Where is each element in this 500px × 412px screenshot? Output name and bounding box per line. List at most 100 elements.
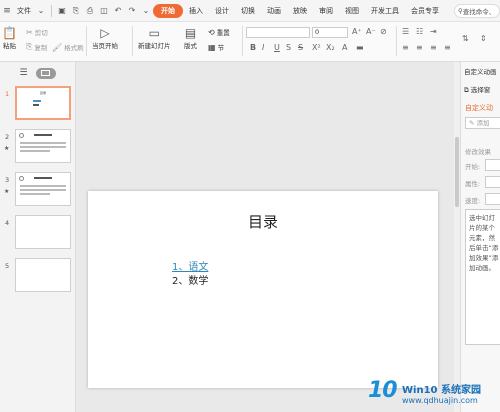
slide-preview[interactable]	[15, 215, 71, 249]
ribbon: 📋 粘贴 ✂ 剪切 ⎘ 复制 🖌 格式刷 ▷ 当页开始 ▭ 新建幻灯片 ▤ 版式 ⟲ 重…	[0, 22, 500, 62]
thumb-text-line	[20, 189, 66, 191]
tab-slideshow[interactable]: 放映	[287, 0, 313, 22]
slide-thumbnail-4[interactable]: 4	[0, 215, 76, 249]
pane-title: 自定义动画	[464, 68, 497, 76]
reset-label: 重置	[216, 29, 230, 37]
slide-thumbnail-3[interactable]: 3 ★	[0, 172, 76, 206]
tab-insert[interactable]: 插入	[183, 0, 209, 22]
from-current-button[interactable]: ▷ 当页开始	[92, 26, 118, 50]
toc-item-1[interactable]: 1、语文	[172, 258, 208, 273]
font-name-input[interactable]	[246, 27, 310, 38]
panel-tabs: ☰	[0, 62, 75, 84]
align-left-icon[interactable]: ≡	[402, 43, 409, 52]
slide-number: 5	[5, 262, 10, 270]
slide-preview[interactable]	[15, 172, 71, 206]
thumb-text-line	[34, 134, 52, 136]
tab-view[interactable]: 视图	[339, 0, 365, 22]
numbered-list-icon[interactable]: ☷	[416, 27, 423, 36]
outline-tab-icon[interactable]: ☰	[19, 68, 27, 78]
cut-button[interactable]: ✂ 剪切	[26, 27, 48, 38]
preview-icon[interactable]: ◫	[98, 5, 110, 17]
tab-animation[interactable]: 动画	[261, 0, 287, 22]
from-current-label: 当页开始	[92, 42, 118, 50]
editing-canvas[interactable]: 目录 1、语文 2、数学	[76, 62, 454, 412]
section-button[interactable]: ▦ 节	[208, 42, 225, 53]
new-slide-button[interactable]: ▭ 新建幻灯片	[138, 26, 171, 50]
layout-button[interactable]: ▤ 版式	[184, 26, 197, 50]
new-slide-label: 新建幻灯片	[138, 42, 171, 50]
property-select[interactable]	[485, 176, 500, 188]
format-painter-label: 格式刷	[64, 44, 84, 52]
copy-label: 复制	[34, 44, 48, 52]
print-icon[interactable]: ⎙	[84, 5, 96, 17]
speed-select[interactable]	[485, 193, 500, 205]
copy-button[interactable]: ⎘ 复制	[26, 42, 47, 52]
section-label: 节	[217, 44, 225, 52]
slide-preview[interactable]	[15, 258, 71, 292]
animation-star-icon: ★	[4, 145, 10, 152]
slide-title[interactable]: 目录	[88, 211, 438, 232]
shadow-icon[interactable]: S	[286, 43, 291, 52]
redo-icon[interactable]: ↷	[126, 5, 138, 17]
selection-pane-button[interactable]: ⧉ 选择窗	[464, 84, 490, 95]
dropdown-icon[interactable]: ⌄	[35, 5, 47, 17]
clear-format-icon[interactable]: ⊘	[380, 27, 387, 36]
start-select[interactable]	[485, 159, 500, 171]
animation-list[interactable]: 选中幻灯片的某个元素，然后单击“添加效果”添加动画。	[465, 209, 500, 345]
tab-developer[interactable]: 开发工具	[365, 0, 405, 22]
slide-thumbnail-1[interactable]: 1 目录	[0, 86, 76, 120]
line-spacing-icon[interactable]: ⇕	[480, 34, 487, 43]
more-icon[interactable]: ⌄	[140, 5, 152, 17]
paste-button[interactable]: 📋 粘贴	[2, 26, 17, 50]
subscript-icon[interactable]: X₂	[326, 43, 335, 52]
current-slide[interactable]: 目录 1、语文 2、数学	[88, 191, 438, 388]
toc-item-2[interactable]: 2、数学	[172, 272, 208, 287]
underline-icon[interactable]: U	[274, 43, 280, 52]
file-menu[interactable]: 文件	[14, 6, 34, 16]
increase-font-icon[interactable]: A⁺	[352, 27, 362, 36]
add-effect-button[interactable]: ✎ 添加	[465, 117, 500, 129]
site-watermark: 10 Win10 系统家园 www.qdhuajin.com	[368, 378, 500, 412]
strikethrough-icon[interactable]: S	[298, 43, 303, 52]
save-icon[interactable]: ▣	[56, 5, 68, 17]
layout-icon: ▤	[184, 26, 197, 40]
thumb-text-line	[20, 185, 66, 187]
format-painter-button[interactable]: 🖌 格式刷	[52, 42, 84, 53]
tab-member[interactable]: 会员专享	[405, 0, 445, 22]
brush-icon: 🖌	[52, 42, 63, 52]
slide-preview[interactable]	[15, 129, 71, 163]
font-color-icon[interactable]: A	[342, 43, 347, 52]
highlight-icon[interactable]: ▬	[356, 43, 364, 52]
slide-preview[interactable]: 目录	[15, 86, 71, 120]
slide-thumbnail-2[interactable]: 2 ★	[0, 129, 76, 163]
slides-tab-icon[interactable]	[35, 67, 56, 79]
copy-icon: ⎘	[26, 42, 33, 51]
tab-home[interactable]: 开始	[153, 3, 183, 18]
text-direction-icon[interactable]: ⇅	[462, 34, 469, 43]
justify-icon[interactable]: ≡	[444, 43, 451, 52]
superscript-icon[interactable]: X²	[312, 43, 321, 52]
scrollbar-thumb[interactable]	[455, 137, 459, 207]
animation-star-icon: ★	[4, 188, 10, 195]
export-icon[interactable]: ⎘	[70, 5, 82, 17]
thumb-text-line	[20, 150, 50, 152]
italic-icon[interactable]: I	[262, 43, 264, 52]
bold-icon[interactable]: B	[250, 43, 256, 52]
decrease-font-icon[interactable]: A⁻	[366, 27, 376, 36]
font-size-input[interactable]: 0	[312, 27, 348, 38]
reset-button[interactable]: ⟲ 重置	[208, 27, 230, 38]
tab-review[interactable]: 审阅	[313, 0, 339, 22]
menu-icon[interactable]: ≡	[0, 0, 14, 22]
selection-pane-label: 选择窗	[470, 86, 491, 94]
undo-icon[interactable]: ↶	[112, 5, 124, 17]
search-input[interactable]: 查找命令、	[463, 6, 496, 16]
tab-design[interactable]: 设计	[209, 0, 235, 22]
command-search[interactable]: ⚲ 查找命令、	[454, 4, 500, 18]
custom-animation-heading: 自定义动	[465, 104, 493, 112]
align-center-icon[interactable]: ≡	[416, 43, 423, 52]
tab-transition[interactable]: 切换	[235, 0, 261, 22]
indent-icon[interactable]: ⇥	[430, 27, 437, 36]
align-right-icon[interactable]: ≡	[430, 43, 437, 52]
slide-thumbnail-5[interactable]: 5	[0, 258, 76, 292]
bullet-list-icon[interactable]: ☰	[402, 27, 409, 36]
